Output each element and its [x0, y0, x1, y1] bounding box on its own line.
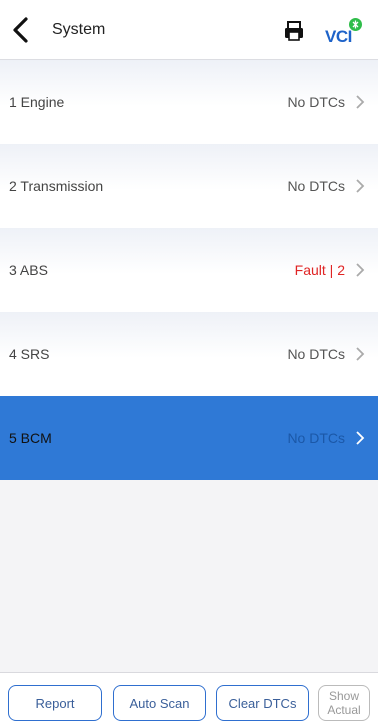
- vci-connected-icon: [348, 17, 363, 32]
- vci-status[interactable]: VCI: [325, 17, 367, 46]
- top-bar: System VCI: [0, 0, 378, 60]
- dtc-status: No DTCs: [287, 430, 345, 446]
- show-actual-label-line2: Actual: [327, 703, 361, 717]
- dtc-status: No DTCs: [287, 346, 345, 362]
- auto-scan-button[interactable]: Auto Scan: [113, 685, 206, 721]
- chevron-right-icon: [356, 95, 365, 109]
- show-actual-label-line1: Show: [328, 689, 360, 703]
- chevron-right-icon: [356, 263, 365, 277]
- system-row-engine[interactable]: 1 Engine No DTCs: [0, 60, 378, 144]
- system-name: 5 BCM: [9, 430, 52, 446]
- dtc-status: No DTCs: [287, 94, 345, 110]
- chevron-right-icon: [356, 347, 365, 361]
- system-name: 3 ABS: [9, 262, 48, 278]
- system-name: 4 SRS: [9, 346, 50, 362]
- show-actual-button[interactable]: Show Actual: [318, 685, 370, 721]
- vci-label: VCI: [325, 27, 352, 46]
- system-row-transmission[interactable]: 2 Transmission No DTCs: [0, 144, 378, 228]
- clear-dtcs-button[interactable]: Clear DTCs: [216, 685, 309, 721]
- page-title: System: [52, 21, 106, 38]
- print-icon: [285, 21, 303, 41]
- chevron-right-icon: [356, 431, 365, 445]
- dtc-status: No DTCs: [287, 178, 345, 194]
- system-list: 1 Engine No DTCs 2 Transmission No DTCs …: [0, 60, 378, 480]
- back-chevron-icon: [13, 17, 28, 43]
- back-button[interactable]: [8, 14, 36, 46]
- system-row-bcm[interactable]: 5 BCM No DTCs: [0, 396, 378, 480]
- system-name: 1 Engine: [9, 94, 65, 110]
- system-row-srs[interactable]: 4 SRS No DTCs: [0, 312, 378, 396]
- chevron-right-icon: [356, 179, 365, 193]
- bottom-toolbar: Report Auto Scan Clear DTCs Show Actual: [0, 672, 378, 725]
- system-row-abs[interactable]: 3 ABS Fault | 2: [0, 228, 378, 312]
- dtc-status: Fault | 2: [294, 262, 345, 278]
- print-button[interactable]: [283, 20, 305, 42]
- report-button[interactable]: Report: [8, 685, 102, 721]
- system-name: 2 Transmission: [9, 178, 104, 194]
